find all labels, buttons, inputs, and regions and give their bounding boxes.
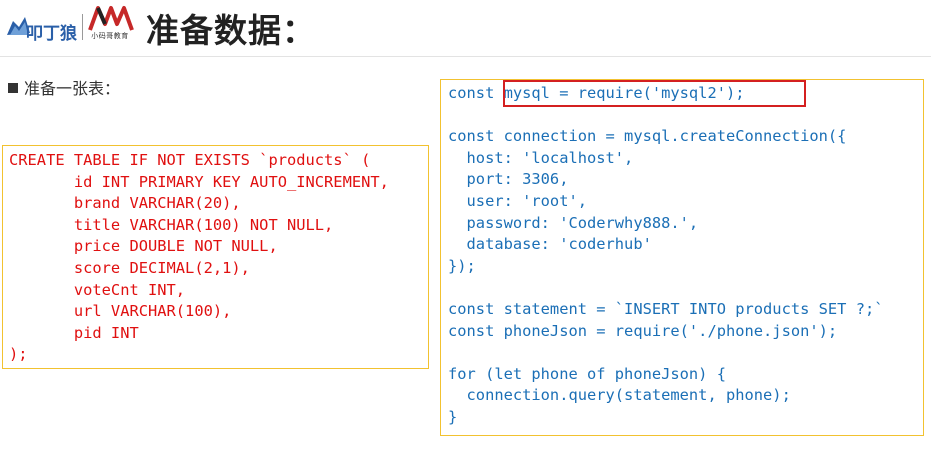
- bullet-item: 准备一张表：: [8, 75, 120, 99]
- code-line: CREATE TABLE IF NOT EXISTS `products` (: [9, 151, 371, 169]
- code-line: url VARCHAR(100),: [9, 302, 232, 321]
- code-line: );: [9, 345, 28, 364]
- code-line: const statement = `INSERT INTO products …: [448, 299, 884, 318]
- logo-divider: [82, 14, 83, 40]
- code-line: password: 'Coderwhy888.',: [448, 213, 699, 232]
- code-line: score DECIMAL(2,1),: [9, 258, 250, 277]
- code-line: database: 'coderhub': [448, 235, 652, 254]
- code-line: const phoneJson = require('./phone.json'…: [448, 321, 838, 340]
- coderwhy-logo: 叩丁狼: [7, 17, 77, 44]
- code-line: port: 3306,: [448, 170, 569, 189]
- code-line: pid INT: [9, 323, 139, 342]
- code-line: });: [448, 256, 476, 275]
- code-line: title VARCHAR(100) NOT NULL,: [9, 215, 334, 234]
- code-line: price DOUBLE NOT NULL,: [9, 237, 278, 256]
- sql-code: CREATE TABLE IF NOT EXISTS `products` ( …: [9, 150, 428, 366]
- code-line: user: 'root',: [448, 191, 587, 210]
- code-line: const connection = mysql.createConnectio…: [448, 127, 847, 146]
- bullet-text: 准备一张表：: [24, 79, 121, 98]
- page-title: 准备数据：: [146, 11, 316, 50]
- require-highlight-box: [503, 80, 806, 107]
- js-code-block: const mysql = require('mysql2'); const c…: [440, 79, 924, 436]
- code-line: }: [448, 407, 458, 426]
- code-line: id INT PRIMARY KEY AUTO_INCREMENT,: [9, 172, 389, 191]
- code-line: connection.query(statement, phone);: [448, 386, 791, 405]
- sql-code-block: CREATE TABLE IF NOT EXISTS `products` ( …: [2, 145, 429, 369]
- code-line: host: 'localhost',: [448, 148, 634, 167]
- svg-text:叩丁狼: 叩丁狼: [26, 23, 77, 44]
- code-line: for (let phone of phoneJson) {: [448, 364, 726, 383]
- xiaomage-caption: 小码哥教育: [91, 32, 129, 40]
- square-bullet-icon: [8, 83, 18, 93]
- code-line: voteCnt INT,: [9, 280, 186, 299]
- js-code: const mysql = require('mysql2'); const c…: [448, 83, 923, 429]
- slide-header: 叩丁狼 小码哥教育 准备数据：: [0, 0, 931, 57]
- code-line: brand VARCHAR(20),: [9, 194, 241, 213]
